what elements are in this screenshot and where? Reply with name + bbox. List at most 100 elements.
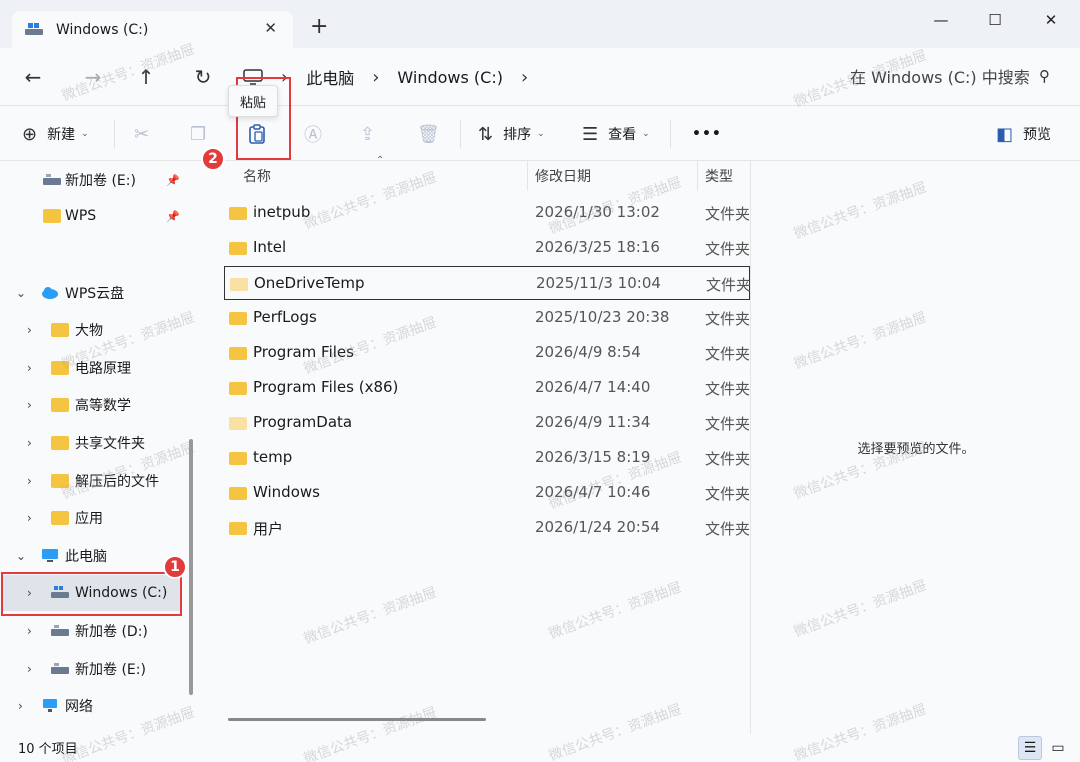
folder-icon [51,398,69,412]
forward-button[interactable]: → [78,62,108,92]
folder-icon [229,207,247,220]
file-name: Program Files [253,343,354,361]
search-input[interactable]: 在 Windows (C:) 中搜索 ⚲ [836,58,1066,94]
sidebar-item-apps[interactable]: › 应用 [0,500,190,536]
file-row[interactable]: 用户 2026/1/24 20:54 文件夹 [224,511,750,545]
sidebar-item-wps-cloud[interactable]: ⌄ WPS云盘 [0,275,190,311]
file-name: 用户 [253,520,284,538]
sidebar-item-drive-d[interactable]: › 新加卷 (D:) [0,613,190,649]
sidebar-item-shared[interactable]: › 共享文件夹 [0,425,190,461]
trash-icon: 🗑 [417,123,440,145]
back-button[interactable]: ← [18,62,48,92]
sidebar-item-drive-e-quick[interactable]: 新加卷 (E:) 📌 [0,162,190,198]
column-header-date[interactable]: 修改日期 [535,161,591,191]
tab-title: Windows (C:) [56,21,149,38]
chevron-right-icon[interactable]: › [27,323,32,337]
new-button[interactable]: ⊕ 新建 ⌄ [22,106,89,162]
folder-icon [229,347,247,360]
chevron-right-icon[interactable]: › [27,511,32,525]
scissors-icon: ✂ [134,123,150,145]
sidebar-item-math[interactable]: › 高等数学 [0,387,190,423]
chevron-right-icon[interactable]: › [27,436,32,450]
sort-ascending-icon: ⌃ [376,155,385,166]
rename-button[interactable]: Ⓐ [304,106,332,162]
windows-c-highlight-box [1,572,182,616]
close-button[interactable]: ✕ [1028,6,1074,34]
sidebar-item-wps[interactable]: WPS 📌 [0,198,190,234]
file-type: 文件夹 [705,345,751,363]
chevron-down-icon: ⌄ [537,129,545,139]
chevron-right-icon[interactable]: › [27,474,32,488]
add-icon: ⊕ [22,123,38,145]
tab-windows-c[interactable]: Windows (C:) ✕ [12,11,293,48]
delete-button[interactable]: 🗑 [417,106,450,162]
new-tab-button[interactable]: + [310,16,328,38]
chevron-down-icon[interactable]: ⌄ [16,549,26,563]
column-divider[interactable] [527,161,528,191]
more-options-button[interactable]: ••• [692,106,722,162]
drive-icon [51,625,69,636]
preview-pane-button[interactable]: ◧ 预览 [996,106,1051,162]
breadcrumb-separator: › [520,66,529,88]
breadcrumb-item-this-pc[interactable]: 此电脑 [306,65,354,89]
navigation-pane: 新加卷 (E:) 📌 WPS 📌 ⌄ WPS云盘 › 大物 › 电路原理 › 高… [0,161,195,734]
file-row[interactable]: inetpub 2026/1/30 13:02 文件夹 [224,196,750,230]
folder-icon [229,452,247,465]
computer-icon [42,549,58,562]
chevron-right-icon[interactable]: › [27,662,32,676]
chevron-right-icon[interactable]: › [27,624,32,638]
file-type: 文件夹 [705,310,751,328]
column-divider[interactable] [697,161,698,191]
sidebar-item-network[interactable]: › 网络 [0,688,190,724]
cloud-icon [42,287,58,299]
file-row[interactable]: ProgramData 2026/4/9 11:34 文件夹 [224,406,750,440]
new-label: 新建 [47,127,76,143]
tiles-view-button[interactable]: ▭ [1046,736,1070,760]
file-row[interactable]: PerfLogs 2025/10/23 20:38 文件夹 [224,301,750,335]
details-view-button[interactable]: ☰ [1018,736,1042,760]
column-header-name[interactable]: 名称 [243,161,271,191]
search-icon[interactable]: ⚲ [1039,67,1050,85]
sidebar-item-label: 网络 [65,699,93,715]
horizontal-scrollbar[interactable] [228,718,486,721]
file-row[interactable]: Program Files (x86) 2026/4/7 14:40 文件夹 [224,371,750,405]
sidebar-item-this-pc[interactable]: ⌄ 此电脑 [0,538,190,574]
sidebar-item-drive-e[interactable]: › 新加卷 (E:) [0,651,190,687]
tab-close-icon[interactable]: ✕ [264,19,277,37]
breadcrumb-separator: › [372,66,380,88]
column-header-type[interactable]: 类型 [705,161,733,191]
up-button[interactable]: ↑ [131,62,161,92]
network-icon [43,699,57,712]
file-row[interactable]: Windows 2026/4/7 10:46 文件夹 [224,476,750,510]
chevron-right-icon[interactable]: › [18,699,23,713]
title-bar: Windows (C:) ✕ + — ☐ ✕ [0,0,1080,48]
sidebar-item-circuits[interactable]: › 电路原理 [0,350,190,386]
sidebar-scrollbar[interactable] [189,439,193,695]
minimize-button[interactable]: — [918,6,964,34]
sidebar-item-dawu[interactable]: › 大物 [0,312,190,348]
chevron-right-icon[interactable]: › [27,398,32,412]
sidebar-item-label: 共享文件夹 [75,436,145,452]
folder-icon [43,209,61,223]
cut-button[interactable]: ✂ [134,106,159,162]
refresh-button[interactable]: ↻ [188,62,218,92]
maximize-button[interactable]: ☐ [972,6,1018,34]
sort-button[interactable]: ⇅ 排序 ⌄ [478,106,545,162]
file-row[interactable]: temp 2026/3/15 8:19 文件夹 [224,441,750,475]
file-row[interactable]: Intel 2026/3/25 18:16 文件夹 [224,231,750,265]
file-row[interactable]: OneDriveTemp 2025/11/3 10:04 文件夹 [224,266,751,300]
file-date: 2026/4/9 8:54 [535,343,641,361]
folder-icon [229,522,247,535]
file-date: 2026/3/15 8:19 [535,448,651,466]
paste-tooltip: 粘贴 [228,85,278,117]
share-button[interactable]: ⇪ [360,106,385,162]
chevron-down-icon[interactable]: ⌄ [16,286,26,300]
view-button[interactable]: ☰ 查看 ⌄ [582,106,650,162]
file-row[interactable]: Program Files 2026/4/9 8:54 文件夹 [224,336,750,370]
sidebar-item-extracted[interactable]: › 解压后的文件 [0,463,190,499]
preview-label: 预览 [1023,127,1052,143]
breadcrumb-item-windows-c[interactable]: Windows (C:) [397,68,503,87]
shared-folder-icon [51,436,69,450]
chevron-right-icon[interactable]: › [27,361,32,375]
file-date: 2026/1/24 20:54 [535,518,660,536]
